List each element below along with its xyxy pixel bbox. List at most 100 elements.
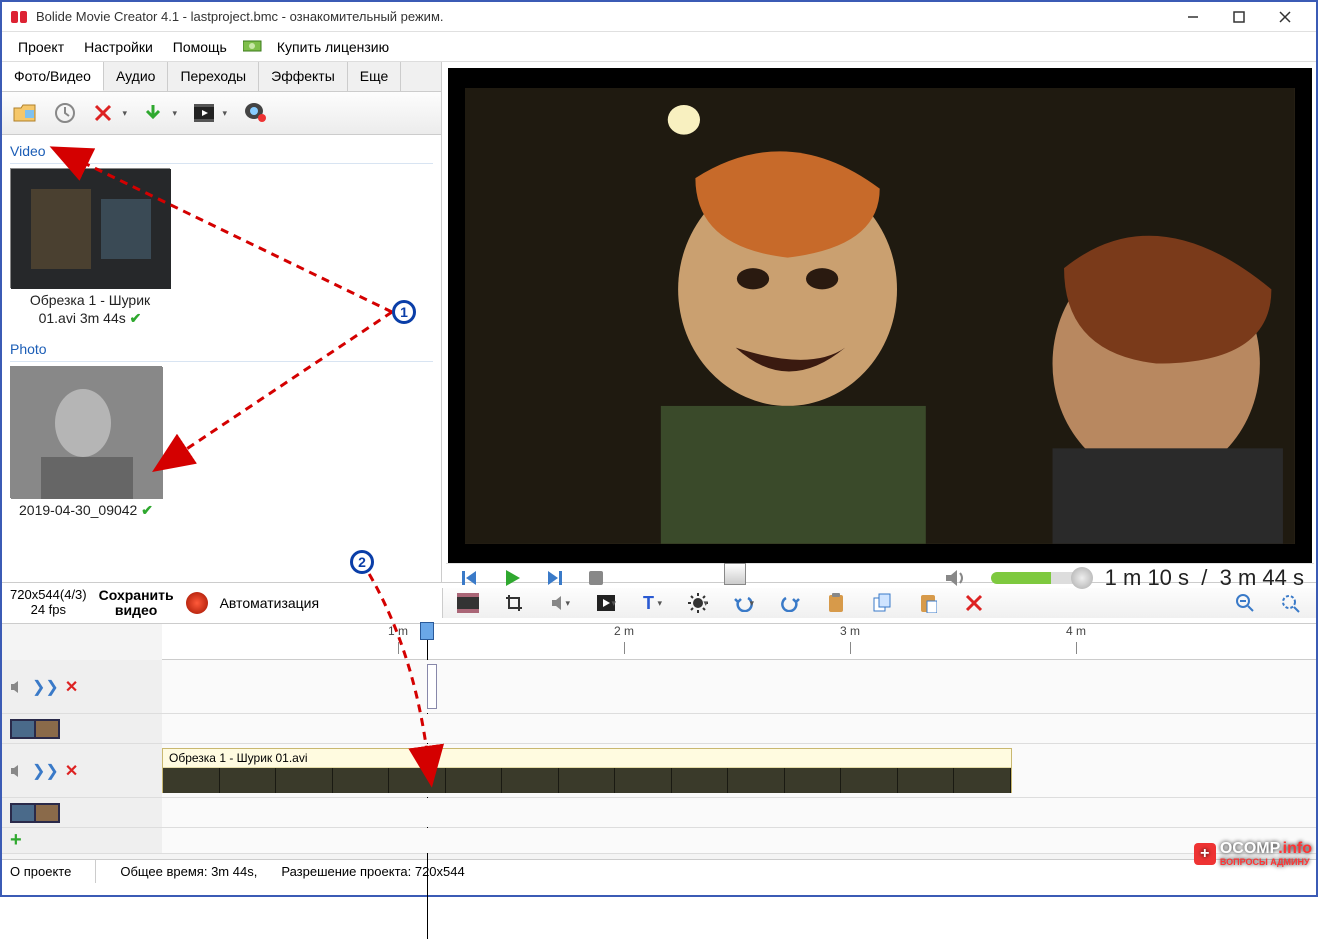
tab-more[interactable]: Еще xyxy=(348,62,402,91)
volume-slider[interactable] xyxy=(991,572,1091,584)
clip-label: Обрезка 1 - Шурик 01.avi xyxy=(163,749,1011,768)
time-sep: / xyxy=(1201,565,1207,590)
check-icon: ✔ xyxy=(130,310,142,326)
photo-thumbnail xyxy=(10,366,162,498)
library-tabs: Фото/Видео Аудио Переходы Эффекты Еще xyxy=(2,62,441,92)
preview-pane: 1 m 10 s / 3 m 44 s xyxy=(442,62,1316,582)
category-video: Video xyxy=(10,139,433,164)
add-file-button[interactable] xyxy=(8,96,42,130)
project-info: 720x544(4/3) 24 fps Сохранить видео Авто… xyxy=(2,588,442,619)
app-icon xyxy=(10,8,28,26)
text-icon[interactable]: T xyxy=(637,588,667,618)
track-delete-icon[interactable]: ✕ xyxy=(65,677,78,697)
title-bar: Bolide Movie Creator 4.1 - lastproject.b… xyxy=(2,2,1316,32)
watermark-tld: .info xyxy=(1278,840,1312,857)
timeline: 1 m 2 m 3 m 4 m ❯❯ ✕ ❯❯ ✕ xyxy=(2,624,1316,859)
status-about[interactable]: О проекте xyxy=(10,864,71,879)
crop-icon[interactable] xyxy=(499,588,529,618)
photo-item-label: 2019-04-30_09042 ✔ xyxy=(10,498,162,529)
money-icon xyxy=(243,39,263,55)
playhead-handle[interactable] xyxy=(420,622,434,640)
status-sep xyxy=(95,860,96,883)
photo-item-name: 2019-04-30_09042 xyxy=(19,502,137,518)
tab-photo-video[interactable]: Фото/Видео xyxy=(2,62,104,91)
scrub-handle[interactable] xyxy=(724,563,746,585)
delete-clip-icon[interactable] xyxy=(959,588,989,618)
copy-icon[interactable] xyxy=(867,588,897,618)
track-thumb-head xyxy=(2,714,162,743)
webcam-button[interactable] xyxy=(238,96,272,130)
brightness-icon[interactable] xyxy=(683,588,713,618)
watermark-sub: ВОПРОСЫ АДМИНУ xyxy=(1220,858,1312,867)
menu-buy-license[interactable]: Купить лицензию xyxy=(267,35,399,59)
mute-icon[interactable] xyxy=(10,764,26,778)
zoom-fit-icon[interactable] xyxy=(1276,588,1306,618)
ruler-tick-3m: 3 m xyxy=(840,624,860,638)
track-filmstrip-1 xyxy=(2,714,1316,744)
insert-slot[interactable] xyxy=(427,664,437,709)
import-button[interactable] xyxy=(138,96,182,130)
track-fs-1-body[interactable] xyxy=(162,714,1316,743)
window-controls xyxy=(1170,2,1308,32)
mid-toolbar: 720x544(4/3) 24 fps Сохранить видео Авто… xyxy=(2,582,1316,624)
menu-settings[interactable]: Настройки xyxy=(74,35,163,59)
add-track-body xyxy=(162,828,1316,853)
library-body: Video Обрезка 1 - Шурик 01.avi 3m 44s ✔ … xyxy=(2,135,441,582)
clipboard-icon[interactable] xyxy=(821,588,851,618)
track-2-body[interactable]: Обрезка 1 - Шурик 01.avi xyxy=(162,744,1316,797)
preview-area[interactable] xyxy=(448,68,1312,563)
category-photo: Photo xyxy=(10,337,433,362)
filmstrip-button[interactable] xyxy=(188,96,232,130)
track-thumbnail-icon xyxy=(10,719,60,739)
paste-icon[interactable] xyxy=(913,588,943,618)
recent-button[interactable] xyxy=(48,96,82,130)
watermark-brand: OCOMP xyxy=(1220,840,1278,857)
status-resolution: Разрешение проекта: 720x544 xyxy=(281,864,464,879)
maximize-button[interactable] xyxy=(1216,2,1262,32)
track-1: ❯❯ ✕ xyxy=(2,660,1316,714)
video-item-label: Обрезка 1 - Шурик 01.avi 3m 44s ✔ xyxy=(10,288,170,337)
menu-project[interactable]: Проект xyxy=(8,35,74,59)
video-item[interactable]: Обрезка 1 - Шурик 01.avi 3m 44s ✔ xyxy=(10,168,170,337)
track-thumb-head-2 xyxy=(2,798,162,827)
zoom-out-icon[interactable] xyxy=(1230,588,1260,618)
delete-button[interactable] xyxy=(88,96,132,130)
library-toolbar xyxy=(2,92,441,135)
video-clip[interactable]: Обрезка 1 - Шурик 01.avi xyxy=(162,748,1012,793)
track-1-body[interactable] xyxy=(162,660,1316,713)
clip-thumbnails xyxy=(163,768,1011,793)
mute-icon[interactable] xyxy=(10,680,26,694)
window-title: Bolide Movie Creator 4.1 - lastproject.b… xyxy=(36,9,1170,24)
record-icon[interactable] xyxy=(186,592,208,614)
ruler-tick-4m: 4 m xyxy=(1066,624,1086,638)
audio-icon[interactable] xyxy=(545,588,575,618)
clip-effects-icon[interactable] xyxy=(591,588,621,618)
track-thumbnail-icon xyxy=(10,803,60,823)
automation-button[interactable]: Автоматизация xyxy=(220,595,319,611)
watermark-plus-icon: + xyxy=(1194,843,1216,865)
tab-effects[interactable]: Эффекты xyxy=(259,62,348,91)
close-button[interactable] xyxy=(1262,2,1308,32)
photo-item[interactable]: 2019-04-30_09042 ✔ xyxy=(10,366,162,529)
tab-audio[interactable]: Аудио xyxy=(104,62,169,91)
status-bar: О проекте Общее время: 3m 44s, Разрешени… xyxy=(2,859,1316,883)
save-video-button[interactable]: Сохранить видео xyxy=(99,588,174,619)
ruler-tick-2m: 2 m xyxy=(614,624,634,638)
tab-transitions[interactable]: Переходы xyxy=(168,62,259,91)
video-item-line1: Обрезка 1 - Шурик xyxy=(30,292,150,308)
plus-icon: + xyxy=(10,829,22,852)
svg-text:T: T xyxy=(643,594,654,612)
track-2-head: ❯❯ ✕ xyxy=(2,744,162,797)
track-fs-2-body[interactable] xyxy=(162,798,1316,827)
menu-help[interactable]: Помощь xyxy=(163,35,237,59)
add-track-button[interactable]: + xyxy=(2,828,162,853)
minimize-button[interactable] xyxy=(1170,2,1216,32)
filmstrip-icon[interactable] xyxy=(453,588,483,618)
timeline-ruler[interactable]: 1 m 2 m 3 m 4 m xyxy=(162,624,1316,660)
track-options-icon[interactable]: ❯❯ xyxy=(32,677,59,697)
track-delete-icon[interactable]: ✕ xyxy=(65,761,78,781)
redo-icon[interactable] xyxy=(775,588,805,618)
track-options-icon[interactable]: ❯❯ xyxy=(32,761,59,781)
timeline-toolbar: T xyxy=(442,588,1316,618)
undo-icon[interactable] xyxy=(729,588,759,618)
